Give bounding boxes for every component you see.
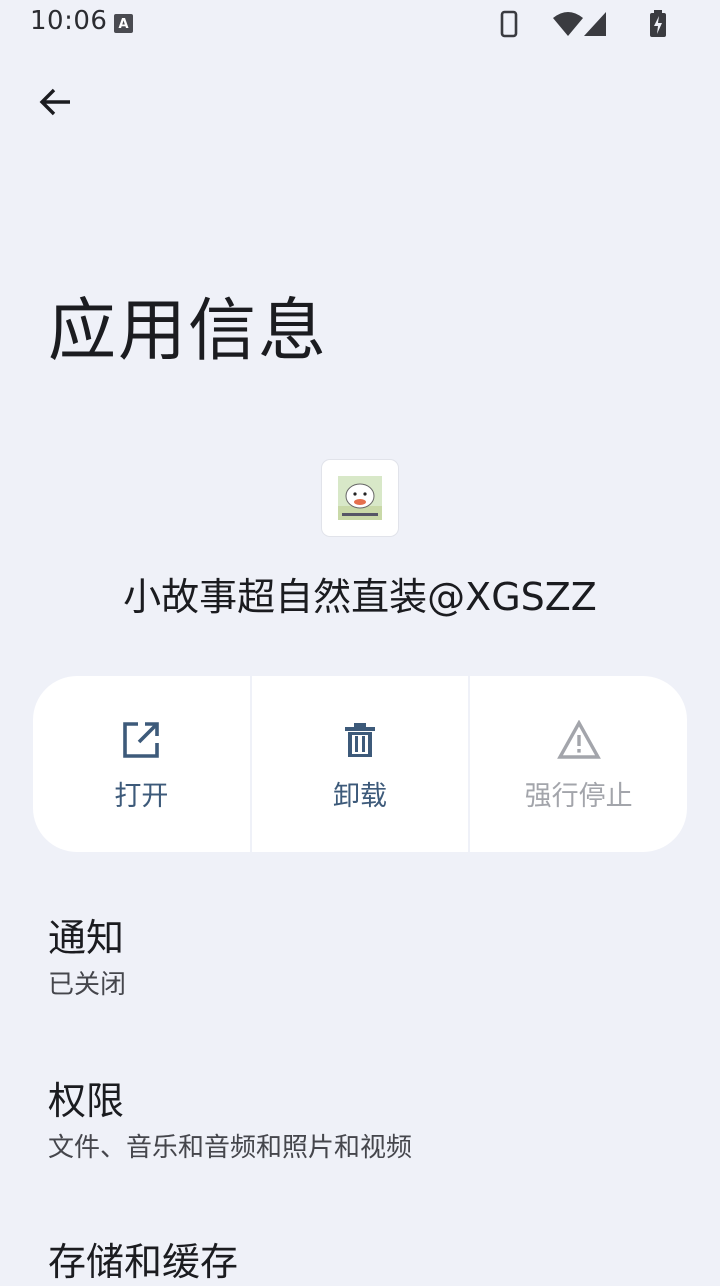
phone-icon [500, 10, 518, 42]
arrow-back-icon [38, 84, 74, 124]
setting-subtitle: 已关闭 [48, 970, 127, 1000]
page-title: 应用信息 [48, 292, 329, 371]
setting-notifications[interactable]: 通知 已关闭 [48, 914, 668, 1002]
setting-storage[interactable]: 存储和缓存 [48, 1238, 668, 1286]
open-label: 打开 [114, 781, 169, 812]
setting-subtitle: 文件、音乐和音频和照片和视频 [48, 1133, 413, 1163]
uninstall-button[interactable]: 卸载 [249, 676, 469, 852]
setting-title: 通知 [48, 916, 125, 960]
back-button[interactable] [26, 76, 86, 132]
setting-permissions[interactable]: 权限 文件、音乐和音频和照片和视频 [48, 1077, 668, 1165]
open-button[interactable]: 打开 [33, 676, 250, 852]
trash-icon [338, 718, 382, 762]
setting-title: 存储和缓存 [48, 1240, 239, 1284]
wifi-icon [552, 10, 584, 42]
battery-charging-icon [648, 10, 668, 42]
setting-title: 权限 [48, 1079, 125, 1123]
action-card: 打开 卸载 强行停止 [33, 676, 687, 852]
force-stop-label: 强行停止 [524, 781, 633, 812]
status-time: 10:06 [30, 6, 108, 36]
uninstall-label: 卸载 [333, 781, 387, 812]
app-icon [322, 460, 398, 536]
app-name: 小故事超自然直装@XGSZZ [123, 575, 597, 619]
warning-icon [556, 718, 601, 762]
cell-signal-icon [582, 10, 608, 42]
status-bar: 10:06 A [0, 0, 720, 48]
open-external-icon [119, 718, 163, 762]
force-stop-button: 强行停止 [468, 676, 687, 852]
keyboard-a-icon: A [114, 14, 133, 33]
svg-text:A: A [118, 17, 128, 32]
